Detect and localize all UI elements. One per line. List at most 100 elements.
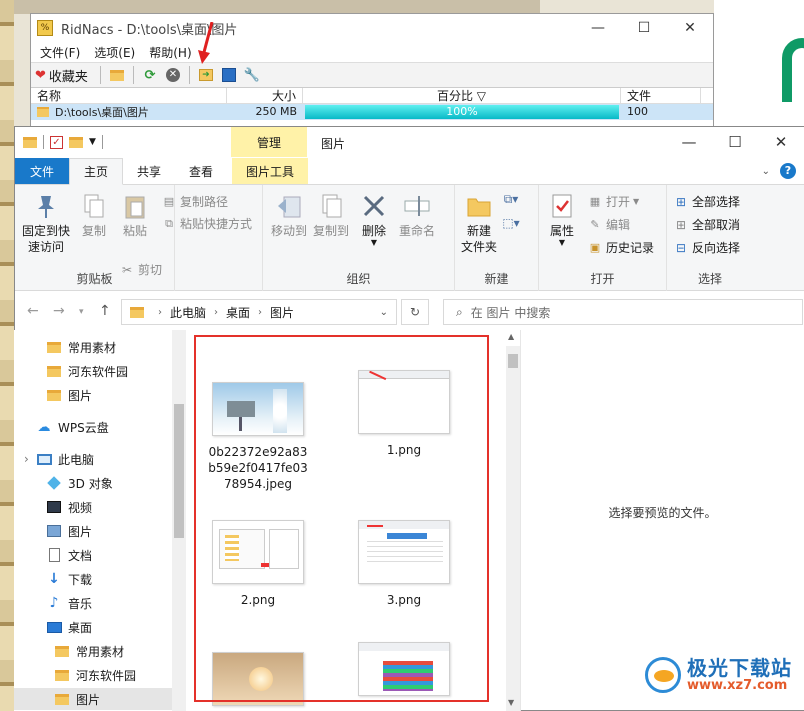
favorites-button[interactable]: ❤ 收藏夹 [35,65,94,85]
tab-file[interactable]: 文件 [15,158,69,184]
content-scrollbar-up-icon[interactable]: ▲ [508,332,514,341]
nav-item[interactable]: 常用素材 [14,336,172,358]
maximize-button[interactable]: ☐ [712,127,758,157]
file-item[interactable]: 1.png [348,370,460,458]
nav-item[interactable]: 3D 对象 [14,472,172,494]
settings-button[interactable]: 🔧 [242,65,262,85]
breadcrumb-separator-icon[interactable]: › [214,307,218,318]
nav-item[interactable]: 图片 [14,384,172,406]
nav-item[interactable]: ↓ 下载 [14,568,172,590]
nav-item[interactable]: ♪ 音乐 [14,592,172,614]
invert-selection-button[interactable]: ⊟ 反向选择 [673,239,740,256]
breadcrumb-desktop[interactable]: 桌面 [226,304,250,321]
tab-picture-tools[interactable]: 图片工具 [232,158,309,184]
file-thumbnail [358,370,450,434]
edit-button[interactable]: ✎ 编辑 [587,216,630,233]
new-folder-icon[interactable] [69,136,83,148]
column-size[interactable]: 大小 [227,88,303,103]
move-to-button[interactable]: 移动到 [269,191,309,239]
refresh-button[interactable]: ↻ [401,299,429,325]
nav-item[interactable]: 图片 [14,520,172,542]
breadcrumb-pictures[interactable]: 图片 [270,304,294,321]
copy-path-button[interactable]: ▤ 复制路径 [161,193,228,210]
nav-item[interactable]: › 此电脑 [14,448,172,470]
breadcrumb-separator-icon[interactable]: › [158,307,162,318]
nav-item[interactable]: 河东软件园 [14,360,172,382]
file-item[interactable]: 2.png [202,520,314,608]
content-scrollbar[interactable]: ▲ ▼ [506,332,520,711]
nav-item[interactable]: 桌面 [14,616,172,638]
new-item-button[interactable]: ⧉▾ [503,191,519,207]
menu-file[interactable]: 文件(F) [35,44,85,61]
ridnacs-row[interactable]: D:\tools\桌面\图片 250 MB 100% 100 [31,104,713,120]
stop-button[interactable]: ✕ [163,65,183,85]
file-item[interactable] [202,652,314,706]
preview-pane: 选择要预览的文件。 [520,330,804,711]
history-button[interactable]: ▣ 历史记录 [587,239,654,256]
menu-options[interactable]: 选项(E) [89,44,140,61]
ribbon-collapse-icon[interactable]: ⌄ [762,166,770,177]
file-item[interactable]: 3.png [348,520,460,608]
paste-button[interactable]: 粘贴 [115,191,155,239]
pin-quick-access-button[interactable]: 固定到快 速访问 [19,191,73,255]
nav-item[interactable]: 视频 [14,496,172,518]
breadcrumb-separator-icon[interactable]: › [258,307,262,318]
recent-locations-icon[interactable]: ▾ [79,307,84,317]
save-button[interactable] [219,65,239,85]
column-name[interactable]: 名称 [31,88,227,103]
navigation-scrollbar[interactable] [172,330,186,711]
file-item[interactable]: 0b22372e92a83b59e2f0417fe0378954.jpeg [202,382,314,492]
help-icon[interactable]: ? [780,163,796,179]
close-button[interactable]: ✕ [667,14,713,42]
column-files[interactable]: 文件 [621,88,701,103]
export-button[interactable]: ➜ [196,65,216,85]
address-dropdown-icon[interactable]: ⌄ [380,307,388,318]
breadcrumb-this-pc[interactable]: 此电脑 [170,304,206,321]
stop-icon: ✕ [165,68,180,82]
tab-view[interactable]: 查看 [175,158,227,184]
refresh-button[interactable]: ⟳ [140,65,160,85]
menu-help[interactable]: 帮助(H) [144,44,196,61]
paste-shortcut-button[interactable]: ⧉ 粘贴快捷方式 [161,215,252,232]
chevron-down-icon[interactable]: ▼ [89,137,96,147]
file-item[interactable] [348,642,460,696]
copy-button[interactable]: 复制 [77,191,111,239]
select-all-button[interactable]: ⊞ 全部选择 [673,193,740,210]
properties-icon [547,191,577,221]
rename-button[interactable]: 重命名 [395,191,439,239]
minimize-button[interactable]: — [666,127,712,157]
ridnacs-titlebar[interactable]: % RidNacs - D:\tools\桌面\图片 — ☐ ✕ [31,14,713,42]
column-percent[interactable]: 百分比 ▽ [303,88,621,103]
nav-item[interactable]: ☁ WPS云盘 [14,416,172,438]
tab-home[interactable]: 主页 [69,158,124,185]
copy-to-button[interactable]: 复制到 [311,191,351,239]
desktop-logo-fragment [782,38,804,102]
properties-button[interactable]: 属性 ▼ [543,191,581,247]
forward-arrow-icon[interactable]: → [53,303,65,319]
address-bar[interactable]: › 此电脑 › 桌面 › 图片 ⌄ [121,299,397,325]
nav-item[interactable]: 图片 [14,688,172,710]
open-button[interactable]: ▦ 打开 ▼ [587,193,639,210]
up-arrow-icon[interactable]: ↑ [99,303,111,319]
nav-item[interactable]: 文档 [14,544,172,566]
back-arrow-icon[interactable]: ← [27,303,39,319]
nav-item[interactable]: 常用素材 [14,640,172,662]
context-tab-manage[interactable]: 管理 [231,127,307,157]
maximize-button[interactable]: ☐ [621,14,667,42]
content-scrollbar-thumb[interactable] [508,354,518,368]
new-folder-button[interactable]: 新建 文件夹 [459,191,499,255]
tab-share[interactable]: 共享 [123,158,175,184]
content-scrollbar-down-icon[interactable]: ▼ [508,698,514,707]
navigation-scrollbar-thumb[interactable] [174,404,184,538]
minimize-button[interactable]: — [575,14,621,42]
expand-chevron-icon[interactable]: › [24,452,29,466]
search-box[interactable]: ⌕ 在 图片 中搜索 [443,299,803,325]
select-none-button[interactable]: ⊞ 全部取消 [673,216,740,233]
open-folder-button[interactable] [107,65,127,85]
easy-access-button[interactable]: ⬚▾ [502,215,519,231]
nav-item[interactable]: 河东软件园 [14,664,172,686]
explorer-titlebar[interactable]: ✓ ▼ 管理 图片 — ☐ ✕ [15,127,804,157]
close-button[interactable]: ✕ [758,127,804,157]
delete-button[interactable]: 删除 ▼ [357,191,391,247]
properties-check-icon[interactable]: ✓ [50,135,63,149]
